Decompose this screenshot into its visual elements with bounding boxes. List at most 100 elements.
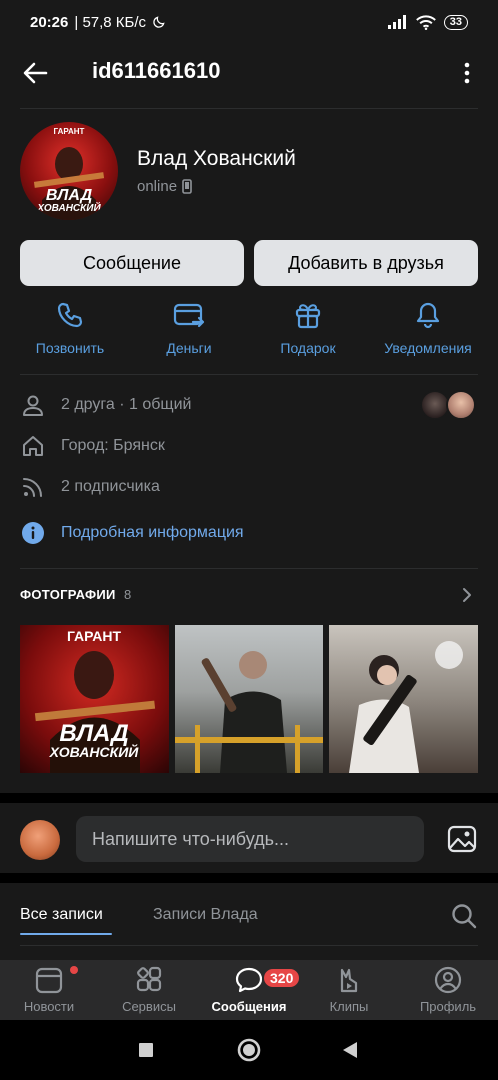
photo-1-label-surname: ХОВАНСКИЙ xyxy=(49,743,140,760)
bottom-navigation: Новости Сервисы 320 Сообщения Клипы Проф… xyxy=(0,960,498,1020)
followers-row[interactable]: 2 подписчика xyxy=(20,473,160,501)
tabs-divider xyxy=(20,945,478,946)
system-navigation xyxy=(0,1020,498,1080)
money-icon xyxy=(173,303,205,328)
tab-all-posts[interactable]: Все записи xyxy=(20,906,103,924)
post-input[interactable]: Напишите что-нибудь... xyxy=(76,816,424,862)
wifi-icon xyxy=(415,14,436,30)
status-right: 33 xyxy=(387,14,468,30)
chevron-right-icon[interactable] xyxy=(458,586,476,604)
mutual-friends-avatars[interactable] xyxy=(420,390,480,422)
recent-apps-icon[interactable] xyxy=(138,1042,154,1058)
moon-icon xyxy=(153,16,165,28)
profile-screen: 20:26 | 57,8 КБ/с 33 id611661610 ГАРАНТ … xyxy=(0,0,498,1080)
actions-divider xyxy=(20,374,478,375)
status-bar: 20:26 | 57,8 КБ/с 33 xyxy=(0,0,498,44)
back-arrow-icon[interactable] xyxy=(20,58,50,88)
friends-row[interactable]: 2 друга · 1 общий xyxy=(20,391,191,419)
photos-count: 8 xyxy=(124,587,132,602)
details-row[interactable]: Подробная информация xyxy=(20,519,244,547)
image-icon[interactable] xyxy=(446,823,478,855)
notifications-label: Уведомления xyxy=(384,340,472,356)
nav-profile[interactable]: Профиль xyxy=(408,965,488,1014)
my-avatar[interactable] xyxy=(20,820,60,860)
section-gap-2 xyxy=(0,873,498,883)
money-label: Деньги xyxy=(166,340,212,356)
news-unread-dot xyxy=(70,966,78,974)
profile-name: Влад Хованский xyxy=(137,147,296,170)
friends-text: 2 друга · 1 общий xyxy=(61,396,192,413)
nav-news-label: Новости xyxy=(23,999,75,1014)
section-gap-1 xyxy=(0,793,498,803)
user-icon xyxy=(20,392,46,418)
money-action[interactable]: Деньги xyxy=(129,300,249,356)
phone-icon xyxy=(57,302,83,328)
photo-thumbnail-1[interactable]: ГАРАНТ ВЛАД ХОВАНСКИЙ xyxy=(20,625,169,773)
city-row: Город: Брянск xyxy=(20,432,165,460)
post-composer: Напишите что-нибудь... xyxy=(0,803,498,873)
photo-thumbnail-2[interactable] xyxy=(175,625,323,773)
nav-clips[interactable]: Клипы xyxy=(309,965,389,1014)
more-vertical-icon[interactable] xyxy=(452,58,482,88)
profile-avatar[interactable]: ГАРАНТ ВЛАД ХОВАНСКИЙ xyxy=(20,122,118,220)
quick-actions: Позвонить Деньги Подарок Уведомления xyxy=(0,300,498,366)
nav-messages[interactable]: 320 Сообщения xyxy=(209,965,302,1014)
home-icon xyxy=(20,433,46,459)
info-divider xyxy=(20,568,478,569)
message-button[interactable]: Сообщение xyxy=(20,240,244,286)
city-text: Город: Брянск xyxy=(61,437,165,454)
add-friend-button[interactable]: Добавить в друзья xyxy=(254,240,478,286)
avatar-label-surname: ХОВАНСКИЙ xyxy=(36,201,101,214)
status-time: 20:26 xyxy=(30,13,69,31)
avatar-label-top: ГАРАНТ xyxy=(54,127,85,136)
services-icon xyxy=(136,966,162,992)
messages-badge: 320 xyxy=(262,967,302,989)
online-status: online xyxy=(137,178,192,195)
clips-icon xyxy=(340,968,358,993)
call-action[interactable]: Позвонить xyxy=(10,300,130,356)
battery-indicator: 33 xyxy=(443,14,468,30)
nav-news[interactable]: Новости xyxy=(9,965,89,1014)
nav-clips-label: Клипы xyxy=(329,999,369,1014)
page-title: id611661610 xyxy=(92,58,221,83)
top-header: id611661610 xyxy=(0,44,498,100)
call-label: Позвонить xyxy=(35,340,105,356)
bell-icon xyxy=(416,302,440,329)
photo-thumbnail-3[interactable] xyxy=(329,625,478,773)
back-triangle-icon[interactable] xyxy=(341,1041,359,1059)
news-icon xyxy=(35,967,63,994)
notifications-action[interactable]: Уведомления xyxy=(368,300,488,356)
nav-services-label: Сервисы xyxy=(122,999,176,1014)
wall-tabs: Все записи Записи Влада xyxy=(0,883,498,947)
nav-messages-label: Сообщения xyxy=(211,999,287,1014)
tab-owner-posts[interactable]: Записи Влада xyxy=(153,906,258,924)
home-button-icon[interactable] xyxy=(237,1038,261,1062)
gift-label: Подарок xyxy=(280,340,336,356)
info-icon xyxy=(20,520,46,546)
photo-1-art: ГАРАНТ ВЛАД ХОВАНСКИЙ xyxy=(34,628,156,773)
profile-icon xyxy=(434,966,462,994)
messages-icon xyxy=(235,967,263,993)
rss-icon xyxy=(20,474,46,500)
details-link[interactable]: Подробная информация xyxy=(61,524,244,542)
signal-icon xyxy=(387,15,406,29)
photo-1-label-name: ВЛАД xyxy=(59,720,128,747)
nav-services[interactable]: Сервисы xyxy=(109,965,189,1014)
status-network-speed: | 57,8 КБ/с xyxy=(74,13,147,31)
photo-2-art xyxy=(175,651,323,773)
active-tab-indicator xyxy=(20,933,112,935)
photo-3-art xyxy=(349,641,463,773)
followers-text: 2 подписчика xyxy=(61,478,160,495)
gift-action[interactable]: Подарок xyxy=(248,300,368,356)
header-divider xyxy=(20,108,478,109)
friend-avatar-2 xyxy=(446,390,476,420)
avatar-art: ГАРАНТ ВЛАД ХОВАНСКИЙ xyxy=(33,127,105,220)
online-status-text: online xyxy=(137,178,178,195)
photo-1-label-top: ГАРАНТ xyxy=(67,628,121,644)
mobile-icon xyxy=(182,179,192,194)
photos-title[interactable]: ФОТОГРАФИИ xyxy=(20,587,116,602)
avatar-label-name: ВЛАД xyxy=(46,187,93,204)
status-left: 20:26 | 57,8 КБ/с xyxy=(30,14,166,31)
gift-icon xyxy=(295,304,321,329)
search-icon[interactable] xyxy=(450,902,478,930)
